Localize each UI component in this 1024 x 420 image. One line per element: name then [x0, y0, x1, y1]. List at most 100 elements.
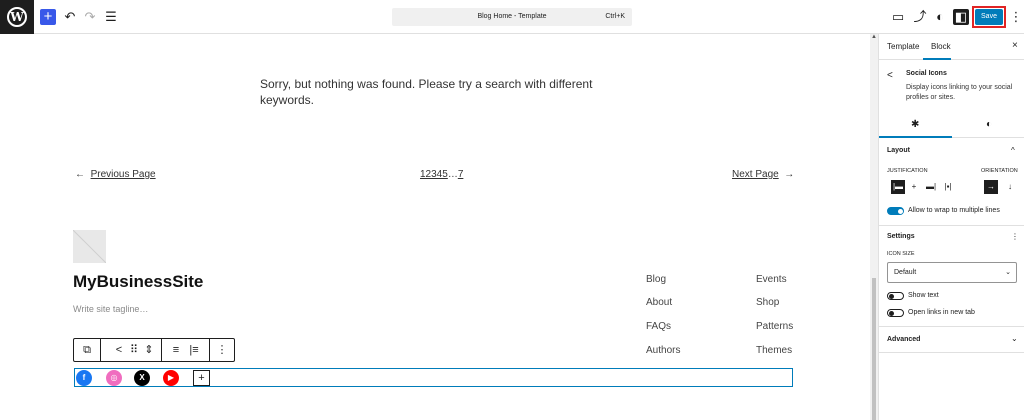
- view-site-icon[interactable]: ⤴: [912, 9, 928, 25]
- redo-icon[interactable]: ↷: [82, 9, 98, 25]
- toolbar-divider: [100, 339, 101, 361]
- share-icon[interactable]: <: [112, 342, 126, 358]
- page-ellipsis: …: [447, 169, 458, 180]
- page-number-last[interactable]: 7: [458, 169, 464, 180]
- block-inspector-tabs: ✱ ◐: [879, 114, 1024, 138]
- nav-link-shop[interactable]: Shop: [756, 297, 779, 308]
- site-tagline[interactable]: Write site tagline…: [73, 304, 148, 314]
- sidebar-tabs: Template Block ×: [879, 34, 1024, 60]
- justify-left-button[interactable]: |▬: [891, 180, 905, 194]
- nav-link-about[interactable]: About: [646, 297, 672, 308]
- orientation-horizontal-button[interactable]: →: [984, 180, 998, 194]
- nav-link-authors[interactable]: Authors: [646, 345, 680, 356]
- justify-space-between-button[interactable]: |▪|: [941, 180, 955, 194]
- settings-menu-icon[interactable]: ⋮: [1011, 232, 1019, 241]
- panel-divider: [879, 352, 1024, 353]
- chevron-down-icon[interactable]: ⌄: [1011, 334, 1018, 343]
- transform-block-icon[interactable]: ⧉: [80, 342, 94, 358]
- block-toolbar: ⧉ < ⠿ ⇕ ≡ |≡ ⋮: [73, 338, 235, 362]
- new-tab-label: Open links in new tab: [908, 309, 975, 316]
- move-up-down-icon[interactable]: ⇕: [142, 342, 156, 358]
- previous-page-label: Previous Page: [90, 169, 156, 180]
- active-tab-indicator: [923, 58, 951, 60]
- page-numbers[interactable]: 12345…7: [420, 169, 463, 180]
- nav-link-patterns[interactable]: Patterns: [756, 321, 793, 332]
- previous-page-link[interactable]: ← Previous Page: [75, 169, 156, 180]
- new-tab-toggle[interactable]: [887, 309, 904, 317]
- settings-tab-gear-icon[interactable]: ✱: [911, 119, 919, 130]
- scroll-up-icon[interactable]: ▲: [870, 34, 878, 40]
- settings-sidebar-icon[interactable]: ◧: [953, 9, 969, 25]
- chevron-up-icon[interactable]: ^: [1011, 146, 1015, 155]
- next-page-link[interactable]: Next Page →: [732, 169, 794, 180]
- editor-top-bar: W + ↶ ↷ ☰ Blog Home - Template Ctrl+K ▭ …: [0, 0, 1024, 34]
- show-text-toggle[interactable]: [887, 292, 904, 300]
- chevron-down-icon: ⌄: [1005, 269, 1011, 276]
- justify-right-button[interactable]: ▬|: [924, 180, 938, 194]
- nav-link-faqs[interactable]: FAQs: [646, 321, 671, 332]
- justification-label: JUSTIFICATION: [887, 168, 928, 174]
- toolbar-divider: [161, 339, 162, 361]
- wrap-toggle-label: Allow to wrap to multiple lines: [908, 207, 1000, 214]
- settings-panel-title: Settings: [887, 233, 915, 240]
- undo-icon[interactable]: ↶: [62, 9, 78, 25]
- options-menu-icon[interactable]: ⋮: [1008, 9, 1024, 25]
- youtube-icon[interactable]: ▶: [163, 370, 179, 386]
- command-shortcut: Ctrl+K: [605, 13, 625, 20]
- wordpress-icon: W: [7, 7, 27, 27]
- panel-divider: [879, 326, 1024, 327]
- icon-size-label: ICON SIZE: [887, 251, 915, 257]
- canvas-scrollbar[interactable]: ▲: [870, 34, 878, 420]
- tab-template[interactable]: Template: [887, 42, 919, 51]
- wordpress-logo[interactable]: W: [0, 0, 34, 34]
- orientation-vertical-button[interactable]: ↓: [1003, 180, 1017, 194]
- block-description: Display icons linking to your social pro…: [906, 84, 1013, 101]
- arrow-left-icon: ←: [75, 169, 85, 180]
- save-button[interactable]: Save: [975, 9, 1003, 25]
- advanced-panel-title[interactable]: Advanced: [887, 336, 920, 343]
- orientation-label: ORIENTATION: [981, 168, 1018, 174]
- toolbar-divider: [209, 339, 210, 361]
- nav-link-blog[interactable]: Blog: [646, 274, 666, 285]
- device-preview-icon[interactable]: ▭: [890, 9, 906, 25]
- site-logo-placeholder[interactable]: [73, 230, 106, 263]
- share-icon: <: [887, 70, 893, 81]
- tab-block[interactable]: Block: [931, 42, 951, 51]
- editor-canvas: Sorry, but nothing was found. Please try…: [0, 34, 870, 420]
- settings-sidebar: Template Block × < Social Icons Display …: [878, 34, 1024, 420]
- page-number-list[interactable]: 12345: [420, 169, 448, 180]
- nav-link-themes[interactable]: Themes: [756, 345, 792, 356]
- list-view-icon[interactable]: ☰: [103, 9, 119, 25]
- panel-divider: [879, 225, 1024, 226]
- styles-tab-icon[interactable]: ◐: [986, 119, 992, 130]
- justify-center-button[interactable]: +: [907, 180, 921, 194]
- show-text-label: Show text: [908, 292, 939, 299]
- active-subtab-indicator: [879, 136, 952, 138]
- drag-handle-icon[interactable]: ⠿: [127, 342, 141, 358]
- layout-panel-title[interactable]: Layout: [887, 147, 910, 154]
- no-results-message[interactable]: Sorry, but nothing was found. Please try…: [260, 76, 620, 108]
- document-title-bar[interactable]: Blog Home - Template Ctrl+K: [392, 8, 632, 26]
- document-title: Blog Home - Template: [477, 13, 547, 20]
- wrap-toggle[interactable]: [887, 207, 904, 215]
- add-block-button[interactable]: +: [40, 9, 56, 25]
- add-social-icon-button[interactable]: +: [193, 370, 210, 386]
- icon-size-value: Default: [894, 269, 917, 276]
- icon-size-select[interactable]: Default ⌄: [887, 262, 1017, 283]
- site-title[interactable]: MyBusinessSite: [73, 272, 203, 292]
- scroll-thumb[interactable]: [872, 278, 876, 420]
- placeholder-image-icon: [73, 230, 106, 263]
- block-name: Social Icons: [906, 70, 947, 77]
- next-page-label: Next Page: [732, 169, 779, 180]
- close-icon[interactable]: ×: [1012, 40, 1018, 51]
- instagram-icon[interactable]: ◎: [106, 370, 122, 386]
- justify-icon[interactable]: ≡: [169, 342, 183, 358]
- more-options-icon[interactable]: ⋮: [215, 342, 229, 358]
- styles-icon[interactable]: ◐: [932, 9, 948, 25]
- x-icon[interactable]: X: [134, 370, 150, 386]
- align-left-icon[interactable]: |≡: [187, 342, 201, 358]
- arrow-right-icon: →: [784, 169, 795, 180]
- nav-link-events[interactable]: Events: [756, 274, 787, 285]
- facebook-icon[interactable]: f: [76, 370, 92, 386]
- social-icons-block[interactable]: f ◎ X ▶ +: [74, 368, 793, 387]
